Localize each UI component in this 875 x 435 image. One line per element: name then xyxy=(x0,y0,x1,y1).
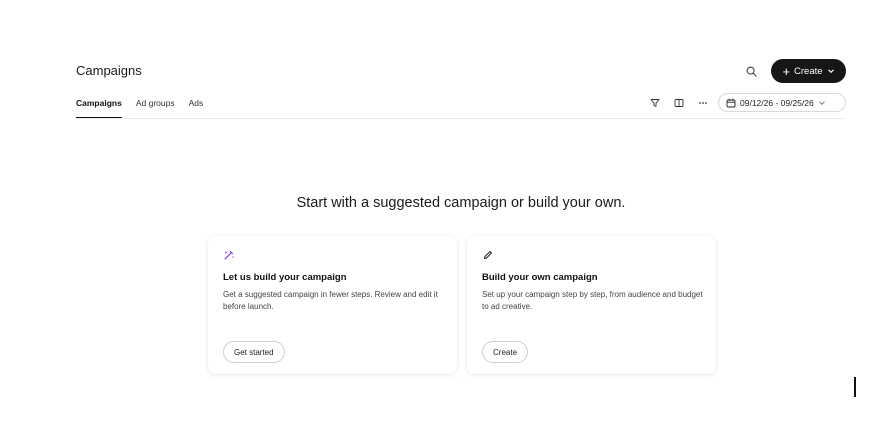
more-button[interactable] xyxy=(695,95,711,111)
date-range-value: 09/12/26 - 09/25/26 xyxy=(740,97,814,108)
tab-ads[interactable]: Ads xyxy=(189,95,204,119)
tab-bar: Campaigns Ad groups Ads xyxy=(76,95,217,119)
get-started-button[interactable]: Get started xyxy=(223,341,285,363)
columns-button[interactable] xyxy=(671,95,687,111)
create-button[interactable]: + Create xyxy=(771,59,846,83)
create-campaign-button[interactable]: Create xyxy=(482,341,529,363)
tab-campaigns[interactable]: Campaigns xyxy=(76,95,122,119)
chevron-down-icon xyxy=(827,67,835,75)
plus-icon: + xyxy=(782,63,791,79)
tab-divider xyxy=(76,118,846,119)
filter-icon xyxy=(650,99,660,107)
card-title: Build your own campaign xyxy=(482,272,598,283)
empty-state-headline: Start with a suggested campaign or build… xyxy=(296,195,626,211)
pencil-icon xyxy=(482,248,496,262)
create-button-label: Create xyxy=(794,65,823,77)
card-description: Get a suggested campaign in fewer steps.… xyxy=(223,290,438,311)
suggested-campaign-card[interactable]: Let us build your campaign Get a suggest… xyxy=(208,236,457,374)
filter-button[interactable] xyxy=(647,95,663,111)
build-own-campaign-card[interactable]: Build your own campaign Set up your camp… xyxy=(467,236,716,374)
search-icon xyxy=(746,66,757,77)
card-title: Let us build your campaign xyxy=(223,272,347,283)
date-range-picker[interactable]: 09/12/26 - 09/25/26 xyxy=(718,93,846,112)
sparkle-pen-icon xyxy=(223,248,237,262)
page-title: Campaigns xyxy=(76,63,142,78)
card-description: Set up your campaign step by step, from … xyxy=(482,290,703,311)
calendar-icon xyxy=(726,98,736,107)
chevron-down-icon xyxy=(818,100,825,105)
columns-icon xyxy=(674,99,684,107)
tab-ad-groups[interactable]: Ad groups xyxy=(136,95,175,119)
search-button[interactable] xyxy=(741,61,761,81)
more-icon xyxy=(699,102,707,104)
text-cursor xyxy=(854,377,856,397)
